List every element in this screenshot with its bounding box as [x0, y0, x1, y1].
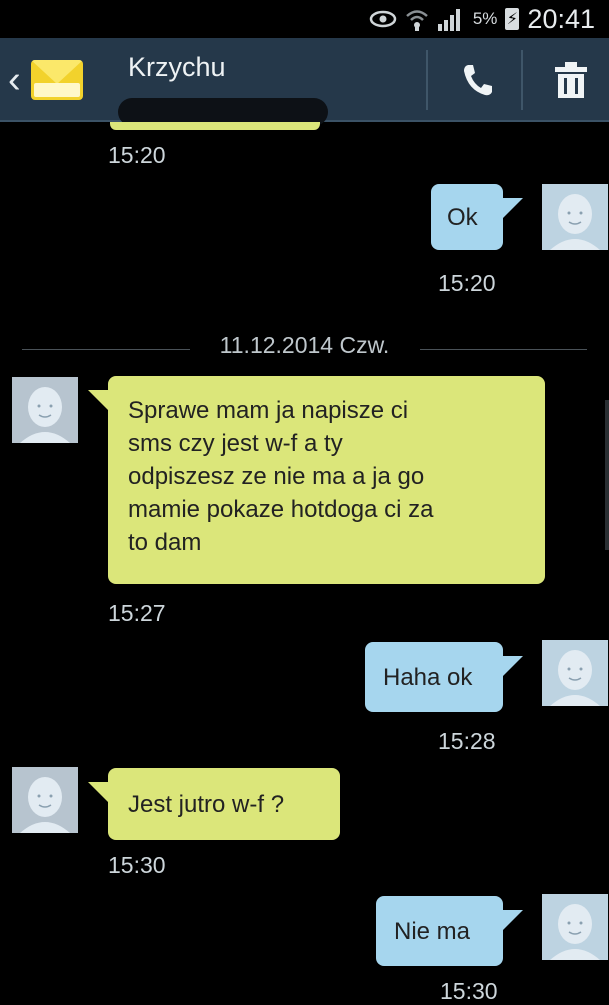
message-line: mamie pokaze hotdoga ci za: [128, 496, 434, 524]
scrollbar[interactable]: [605, 400, 609, 550]
message-time: 15:28: [438, 728, 496, 754]
avatar[interactable]: [12, 767, 78, 833]
avatar[interactable]: [12, 377, 78, 443]
message-line: to dam: [128, 529, 202, 557]
separator-line: [420, 349, 587, 350]
battery-percent: 5%: [472, 9, 498, 28]
message-time: 15:30: [440, 978, 498, 1004]
clock: 20:41: [527, 3, 595, 34]
outgoing-message[interactable]: Nie ma: [376, 896, 523, 966]
message-time: 15:30: [108, 852, 166, 878]
message-line: odpiszesz ze nie ma a ja go: [128, 463, 425, 491]
message-time: 15:20: [108, 142, 166, 168]
message-text: Haha ok: [383, 664, 473, 691]
message-time: 15:20: [438, 270, 496, 296]
back-button[interactable]: ‹: [8, 55, 116, 105]
trash-icon: [553, 61, 589, 104]
incoming-message[interactable]: Jest jutro w-f ?: [88, 768, 340, 840]
message-text: Jest jutro w-f ?: [128, 791, 285, 818]
action-bar: ‹ Krzychu: [0, 38, 609, 126]
outgoing-message[interactable]: Haha ok: [365, 642, 523, 712]
message-text: Nie ma: [394, 918, 471, 945]
message-time: 15:27: [108, 600, 166, 626]
message-line: sms czy jest w-f a ty: [128, 430, 343, 458]
charging-icon: ⚡: [505, 8, 520, 30]
divider: [426, 50, 428, 110]
status-bar: 5% ⚡ 20:41: [0, 0, 609, 38]
wifi-icon: [405, 7, 429, 31]
avatar[interactable]: [542, 184, 608, 250]
phone-icon: [461, 63, 493, 102]
signal-icon: [437, 6, 465, 32]
date-separator: 11.12.2014 Czw.: [22, 332, 587, 364]
status-icons: 5% ⚡ 20:41: [369, 4, 595, 34]
eye-icon: [369, 9, 397, 29]
conversation[interactable]: 15:20 Ok 15:20 11.12.2014 Czw. Sprawe ma…: [0, 122, 609, 1004]
avatar[interactable]: [542, 894, 608, 960]
incoming-message[interactable]: Sprawe mam ja napisze ci sms czy jest w-…: [88, 376, 545, 584]
message-bubble-partial[interactable]: [110, 122, 320, 130]
message-text: Ok: [447, 204, 478, 231]
envelope-icon: [30, 60, 83, 100]
back-chevron-icon: ‹: [8, 59, 21, 101]
call-button[interactable]: [452, 60, 502, 104]
avatar[interactable]: [542, 640, 608, 706]
date-label: 11.12.2014 Czw.: [219, 332, 390, 358]
outgoing-message[interactable]: Ok: [431, 184, 523, 250]
contact-name: Krzychu: [128, 52, 226, 82]
divider: [521, 50, 523, 110]
message-line: Sprawe mam ja napisze ci: [128, 397, 409, 424]
delete-button[interactable]: [545, 58, 597, 106]
